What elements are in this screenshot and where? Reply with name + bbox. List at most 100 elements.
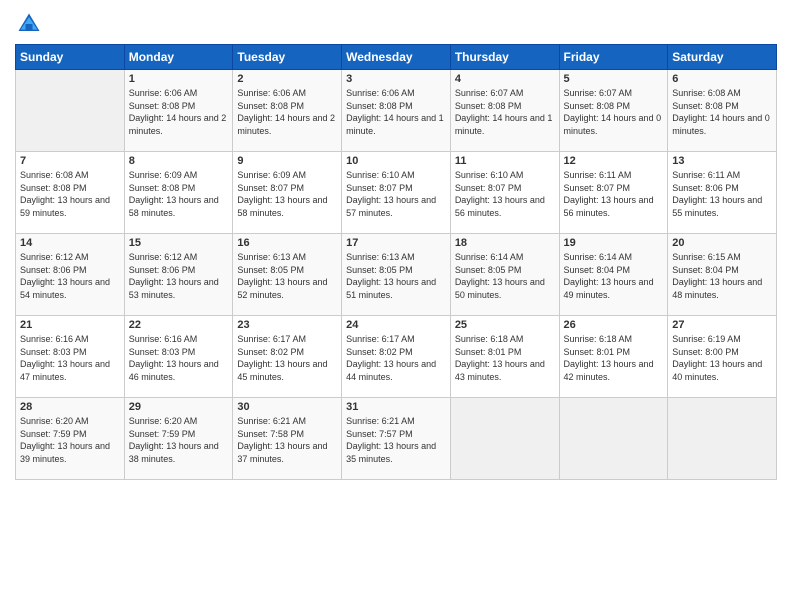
calendar-cell: 13 Sunrise: 6:11 AM Sunset: 8:06 PM Dayl…	[668, 152, 777, 234]
day-info: Sunrise: 6:06 AM Sunset: 8:08 PM Dayligh…	[237, 87, 337, 137]
calendar-header-row: SundayMondayTuesdayWednesdayThursdayFrid…	[16, 45, 777, 70]
day-info: Sunrise: 6:09 AM Sunset: 8:08 PM Dayligh…	[129, 169, 229, 219]
calendar-cell: 10 Sunrise: 6:10 AM Sunset: 8:07 PM Dayl…	[342, 152, 451, 234]
day-number: 13	[672, 155, 772, 167]
day-number: 3	[346, 73, 446, 85]
calendar-week-2: 7 Sunrise: 6:08 AM Sunset: 8:08 PM Dayli…	[16, 152, 777, 234]
header-cell-sunday: Sunday	[16, 45, 125, 70]
day-info: Sunrise: 6:21 AM Sunset: 7:58 PM Dayligh…	[237, 415, 337, 465]
calendar-cell: 11 Sunrise: 6:10 AM Sunset: 8:07 PM Dayl…	[450, 152, 559, 234]
day-number: 23	[237, 319, 337, 331]
day-number: 15	[129, 237, 229, 249]
day-info: Sunrise: 6:19 AM Sunset: 8:00 PM Dayligh…	[672, 333, 772, 383]
calendar-cell	[668, 398, 777, 480]
day-info: Sunrise: 6:07 AM Sunset: 8:08 PM Dayligh…	[564, 87, 664, 137]
day-info: Sunrise: 6:08 AM Sunset: 8:08 PM Dayligh…	[20, 169, 120, 219]
day-info: Sunrise: 6:09 AM Sunset: 8:07 PM Dayligh…	[237, 169, 337, 219]
calendar-week-1: 1 Sunrise: 6:06 AM Sunset: 8:08 PM Dayli…	[16, 70, 777, 152]
day-info: Sunrise: 6:11 AM Sunset: 8:07 PM Dayligh…	[564, 169, 664, 219]
day-number: 11	[455, 155, 555, 167]
day-info: Sunrise: 6:11 AM Sunset: 8:06 PM Dayligh…	[672, 169, 772, 219]
day-number: 9	[237, 155, 337, 167]
day-number: 16	[237, 237, 337, 249]
day-info: Sunrise: 6:12 AM Sunset: 8:06 PM Dayligh…	[129, 251, 229, 301]
day-info: Sunrise: 6:14 AM Sunset: 8:05 PM Dayligh…	[455, 251, 555, 301]
day-number: 6	[672, 73, 772, 85]
header-cell-friday: Friday	[559, 45, 668, 70]
day-info: Sunrise: 6:14 AM Sunset: 8:04 PM Dayligh…	[564, 251, 664, 301]
calendar-cell: 16 Sunrise: 6:13 AM Sunset: 8:05 PM Dayl…	[233, 234, 342, 316]
logo	[15, 10, 47, 38]
calendar-cell: 12 Sunrise: 6:11 AM Sunset: 8:07 PM Dayl…	[559, 152, 668, 234]
calendar-cell: 4 Sunrise: 6:07 AM Sunset: 8:08 PM Dayli…	[450, 70, 559, 152]
calendar-cell: 29 Sunrise: 6:20 AM Sunset: 7:59 PM Dayl…	[124, 398, 233, 480]
day-number: 5	[564, 73, 664, 85]
day-number: 29	[129, 401, 229, 413]
calendar-cell: 3 Sunrise: 6:06 AM Sunset: 8:08 PM Dayli…	[342, 70, 451, 152]
header-cell-monday: Monday	[124, 45, 233, 70]
day-info: Sunrise: 6:13 AM Sunset: 8:05 PM Dayligh…	[346, 251, 446, 301]
day-info: Sunrise: 6:17 AM Sunset: 8:02 PM Dayligh…	[237, 333, 337, 383]
header-cell-thursday: Thursday	[450, 45, 559, 70]
calendar-cell: 25 Sunrise: 6:18 AM Sunset: 8:01 PM Dayl…	[450, 316, 559, 398]
calendar-cell	[559, 398, 668, 480]
calendar-week-4: 21 Sunrise: 6:16 AM Sunset: 8:03 PM Dayl…	[16, 316, 777, 398]
day-number: 8	[129, 155, 229, 167]
calendar-cell: 1 Sunrise: 6:06 AM Sunset: 8:08 PM Dayli…	[124, 70, 233, 152]
day-number: 27	[672, 319, 772, 331]
header	[15, 10, 777, 38]
calendar-cell: 31 Sunrise: 6:21 AM Sunset: 7:57 PM Dayl…	[342, 398, 451, 480]
calendar-cell: 15 Sunrise: 6:12 AM Sunset: 8:06 PM Dayl…	[124, 234, 233, 316]
day-number: 19	[564, 237, 664, 249]
day-number: 18	[455, 237, 555, 249]
calendar-cell: 7 Sunrise: 6:08 AM Sunset: 8:08 PM Dayli…	[16, 152, 125, 234]
day-info: Sunrise: 6:07 AM Sunset: 8:08 PM Dayligh…	[455, 87, 555, 137]
day-info: Sunrise: 6:18 AM Sunset: 8:01 PM Dayligh…	[564, 333, 664, 383]
day-info: Sunrise: 6:15 AM Sunset: 8:04 PM Dayligh…	[672, 251, 772, 301]
day-number: 30	[237, 401, 337, 413]
calendar-cell: 20 Sunrise: 6:15 AM Sunset: 8:04 PM Dayl…	[668, 234, 777, 316]
day-info: Sunrise: 6:16 AM Sunset: 8:03 PM Dayligh…	[129, 333, 229, 383]
day-info: Sunrise: 6:16 AM Sunset: 8:03 PM Dayligh…	[20, 333, 120, 383]
day-number: 28	[20, 401, 120, 413]
day-info: Sunrise: 6:06 AM Sunset: 8:08 PM Dayligh…	[129, 87, 229, 137]
day-info: Sunrise: 6:12 AM Sunset: 8:06 PM Dayligh…	[20, 251, 120, 301]
header-cell-tuesday: Tuesday	[233, 45, 342, 70]
calendar-week-5: 28 Sunrise: 6:20 AM Sunset: 7:59 PM Dayl…	[16, 398, 777, 480]
day-number: 10	[346, 155, 446, 167]
calendar-cell: 27 Sunrise: 6:19 AM Sunset: 8:00 PM Dayl…	[668, 316, 777, 398]
day-info: Sunrise: 6:10 AM Sunset: 8:07 PM Dayligh…	[346, 169, 446, 219]
day-number: 4	[455, 73, 555, 85]
calendar-week-3: 14 Sunrise: 6:12 AM Sunset: 8:06 PM Dayl…	[16, 234, 777, 316]
calendar-cell: 17 Sunrise: 6:13 AM Sunset: 8:05 PM Dayl…	[342, 234, 451, 316]
day-number: 14	[20, 237, 120, 249]
calendar-cell: 18 Sunrise: 6:14 AM Sunset: 8:05 PM Dayl…	[450, 234, 559, 316]
calendar-cell: 28 Sunrise: 6:20 AM Sunset: 7:59 PM Dayl…	[16, 398, 125, 480]
calendar-cell: 26 Sunrise: 6:18 AM Sunset: 8:01 PM Dayl…	[559, 316, 668, 398]
day-number: 12	[564, 155, 664, 167]
day-info: Sunrise: 6:17 AM Sunset: 8:02 PM Dayligh…	[346, 333, 446, 383]
calendar-cell: 21 Sunrise: 6:16 AM Sunset: 8:03 PM Dayl…	[16, 316, 125, 398]
logo-icon	[15, 10, 43, 38]
calendar-body: 1 Sunrise: 6:06 AM Sunset: 8:08 PM Dayli…	[16, 70, 777, 480]
day-number: 22	[129, 319, 229, 331]
day-number: 1	[129, 73, 229, 85]
day-number: 31	[346, 401, 446, 413]
calendar-cell: 19 Sunrise: 6:14 AM Sunset: 8:04 PM Dayl…	[559, 234, 668, 316]
calendar-cell	[16, 70, 125, 152]
calendar-cell: 8 Sunrise: 6:09 AM Sunset: 8:08 PM Dayli…	[124, 152, 233, 234]
day-number: 21	[20, 319, 120, 331]
day-number: 20	[672, 237, 772, 249]
calendar-cell: 30 Sunrise: 6:21 AM Sunset: 7:58 PM Dayl…	[233, 398, 342, 480]
day-number: 17	[346, 237, 446, 249]
calendar-cell: 24 Sunrise: 6:17 AM Sunset: 8:02 PM Dayl…	[342, 316, 451, 398]
header-cell-wednesday: Wednesday	[342, 45, 451, 70]
day-number: 24	[346, 319, 446, 331]
calendar-cell	[450, 398, 559, 480]
day-info: Sunrise: 6:08 AM Sunset: 8:08 PM Dayligh…	[672, 87, 772, 137]
calendar-cell: 14 Sunrise: 6:12 AM Sunset: 8:06 PM Dayl…	[16, 234, 125, 316]
day-number: 7	[20, 155, 120, 167]
calendar-cell: 22 Sunrise: 6:16 AM Sunset: 8:03 PM Dayl…	[124, 316, 233, 398]
calendar-cell: 5 Sunrise: 6:07 AM Sunset: 8:08 PM Dayli…	[559, 70, 668, 152]
day-info: Sunrise: 6:21 AM Sunset: 7:57 PM Dayligh…	[346, 415, 446, 465]
